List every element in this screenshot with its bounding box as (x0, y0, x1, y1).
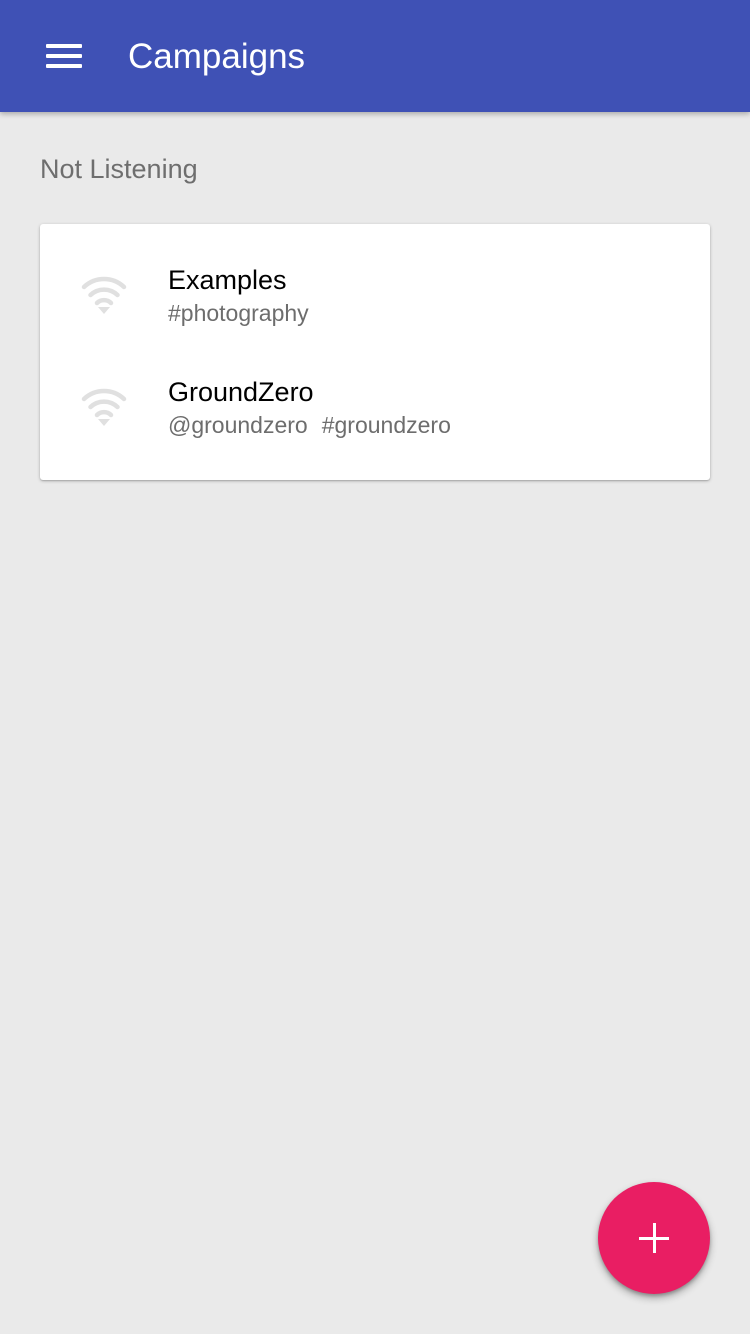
campaign-item-examples[interactable]: Examples #photography (40, 240, 710, 352)
campaign-name: GroundZero (168, 377, 314, 407)
campaign-item-groundzero[interactable]: GroundZero @groundzero #groundzero (40, 352, 710, 464)
section-title: Not Listening (40, 154, 198, 184)
menu-icon (46, 44, 82, 68)
campaign-name: Examples (168, 265, 287, 295)
campaign-tags: #photography (168, 298, 309, 328)
add-campaign-button[interactable] (598, 1182, 710, 1294)
plus-icon (639, 1223, 669, 1253)
menu-button[interactable] (28, 22, 100, 90)
wifi-icon (81, 276, 127, 314)
app-bar: Campaigns (0, 0, 750, 112)
campaign-tag: #groundzero (321, 412, 451, 438)
campaign-tag: @groundzero (168, 412, 308, 438)
wifi-icon (81, 388, 127, 426)
campaign-list-card: Examples #photography GroundZero @ground… (40, 224, 710, 480)
page-title: Campaigns (128, 37, 306, 76)
campaign-tags: @groundzero #groundzero (168, 410, 451, 440)
campaign-tag: #photography (168, 300, 309, 326)
